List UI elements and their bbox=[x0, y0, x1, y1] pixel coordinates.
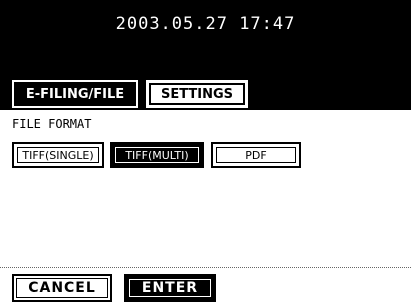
file-format-label: FILE FORMAT bbox=[12, 117, 92, 131]
header-bar: 2003.05.27 17:47 E-FILING/FILE SETTINGS bbox=[0, 0, 411, 110]
pdf-label: PDF bbox=[245, 148, 267, 162]
tab-settings[interactable]: SETTINGS bbox=[146, 80, 248, 108]
tab-settings-label: SETTINGS bbox=[160, 86, 234, 102]
cancel-button[interactable]: CANCEL bbox=[12, 274, 112, 302]
tiff-single-button[interactable]: TIFF(SINGLE) bbox=[12, 142, 104, 168]
tab-bar: E-FILING/FILE SETTINGS bbox=[0, 79, 411, 110]
cancel-label: CANCEL bbox=[28, 280, 96, 296]
tiff-single-label: TIFF(SINGLE) bbox=[22, 148, 94, 162]
tab-efiling-file[interactable]: E-FILING/FILE bbox=[11, 79, 139, 109]
tiff-multi-button[interactable]: TIFF(MULTI) bbox=[110, 142, 204, 168]
enter-label: ENTER bbox=[141, 280, 199, 296]
tiff-multi-label: TIFF(MULTI) bbox=[125, 148, 189, 162]
datetime-display: 2003.05.27 17:47 bbox=[115, 14, 296, 34]
tab-efiling-file-label: E-FILING/FILE bbox=[25, 86, 125, 102]
divider bbox=[0, 267, 411, 268]
pdf-button[interactable]: PDF bbox=[211, 142, 301, 168]
enter-button[interactable]: ENTER bbox=[124, 274, 216, 302]
